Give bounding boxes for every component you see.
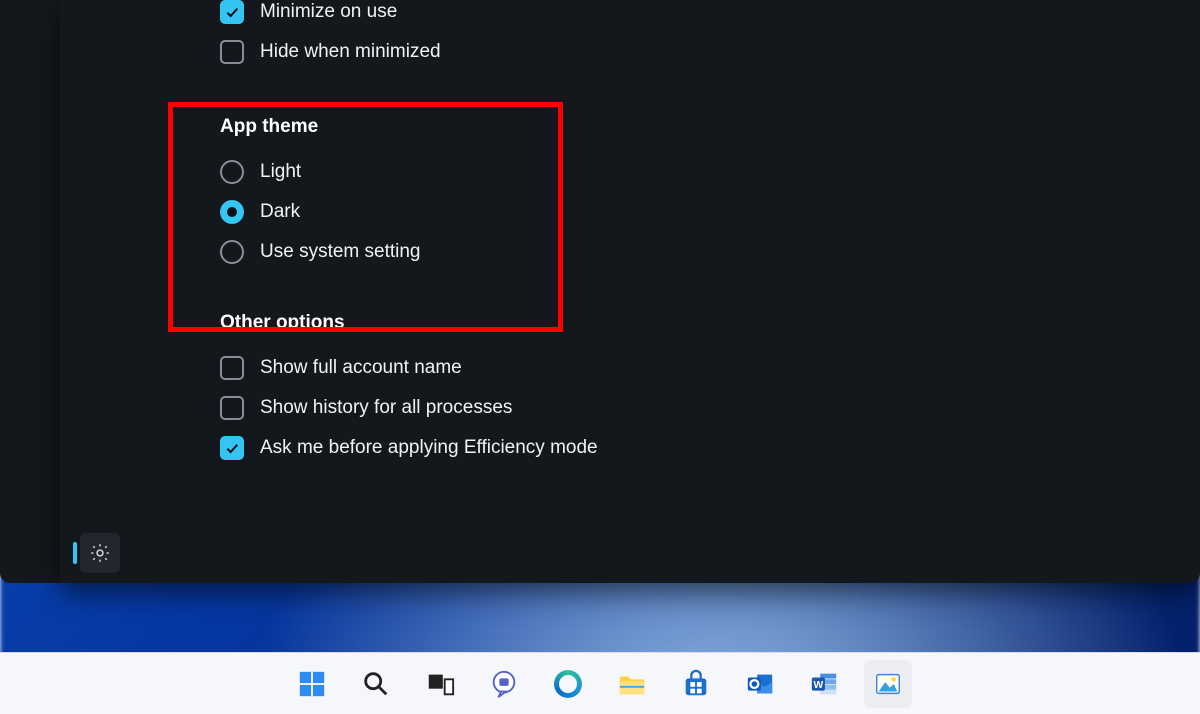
taskbar-word-button[interactable]: W: [800, 660, 848, 708]
taskbar-search-button[interactable]: [352, 660, 400, 708]
settings-content: Minimize on use Hide when minimized App …: [220, 0, 1200, 583]
option-label: Ask me before applying Efficiency mode: [260, 437, 598, 459]
chat-icon: [489, 669, 519, 699]
nav-active-indicator: [73, 542, 77, 564]
option-label: Light: [260, 161, 301, 183]
task-view-icon: [425, 669, 455, 699]
folder-icon: [617, 669, 647, 699]
taskbar-task-view-button[interactable]: [416, 660, 464, 708]
taskbar-store-button[interactable]: [672, 660, 720, 708]
checkbox-icon: [220, 356, 244, 380]
checkbox-hide-when-minimized[interactable]: Hide when minimized: [220, 32, 1160, 72]
taskbar-photos-button[interactable]: [864, 660, 912, 708]
option-label: Minimize on use: [260, 1, 397, 23]
store-icon: [681, 669, 711, 699]
checkbox-minimize-on-use[interactable]: Minimize on use: [220, 0, 1160, 32]
taskbar-file-explorer-button[interactable]: [608, 660, 656, 708]
windows-logo-icon: [297, 669, 327, 699]
other-options-heading: Other options: [220, 312, 1160, 334]
radio-icon: [220, 200, 244, 224]
checkbox-show-history-all-processes[interactable]: Show history for all processes: [220, 388, 1160, 428]
radio-icon: [220, 240, 244, 264]
taskbar-start-button[interactable]: [288, 660, 336, 708]
taskbar-chat-button[interactable]: [480, 660, 528, 708]
option-label: Show history for all processes: [260, 397, 512, 419]
settings-window: Minimize on use Hide when minimized App …: [60, 0, 1200, 583]
option-label: Show full account name: [260, 357, 462, 379]
outlook-icon: [745, 669, 775, 699]
settings-nav-button[interactable]: [80, 533, 120, 573]
radio-icon: [220, 160, 244, 184]
option-label: Dark: [260, 201, 300, 223]
taskbar-outlook-button[interactable]: [736, 660, 784, 708]
svg-text:W: W: [814, 679, 824, 690]
checkbox-show-full-account-name[interactable]: Show full account name: [220, 348, 1160, 388]
checkbox-icon: [220, 40, 244, 64]
radio-theme-light[interactable]: Light: [220, 152, 1160, 192]
radio-theme-system[interactable]: Use system setting: [220, 232, 1160, 272]
taskbar: W: [0, 652, 1200, 714]
option-label: Hide when minimized: [260, 41, 441, 63]
checkbox-ask-efficiency-mode[interactable]: Ask me before applying Efficiency mode: [220, 428, 1160, 468]
app-left-rail: [0, 0, 60, 583]
checkbox-icon: [220, 436, 244, 460]
photos-icon: [873, 669, 903, 699]
gear-icon: [89, 542, 111, 564]
checkbox-icon: [220, 0, 244, 24]
checkbox-icon: [220, 396, 244, 420]
word-icon: W: [809, 669, 839, 699]
search-icon: [361, 669, 391, 699]
app-theme-heading: App theme: [220, 116, 1160, 138]
edge-icon: [554, 670, 582, 698]
taskbar-edge-button[interactable]: [544, 660, 592, 708]
radio-theme-dark[interactable]: Dark: [220, 192, 1160, 232]
option-label: Use system setting: [260, 241, 421, 263]
